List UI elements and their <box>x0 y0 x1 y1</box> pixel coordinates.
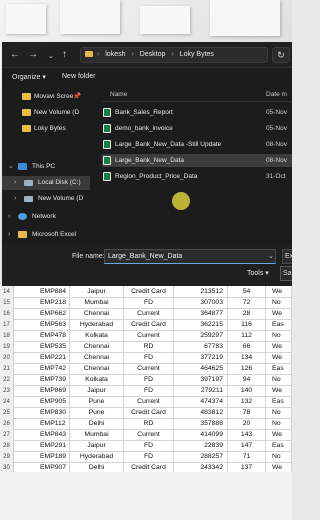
breadcrumb-loky-bytes[interactable]: Loky Bytes <box>180 51 214 58</box>
chevron-down-icon[interactable]: ⌄ <box>268 249 274 264</box>
file-row[interactable]: Large_Bank_New_Data -Still Update 08-Nov <box>102 138 292 151</box>
address-bar-row: ← → ⌄ ↑ › lokesh › Desktop › Loky Bytes … <box>2 42 292 68</box>
excel-file-icon <box>103 156 111 165</box>
breadcrumb-lokesh[interactable]: lokesh <box>105 51 125 58</box>
folder-icon <box>18 231 27 238</box>
drive-icon <box>24 196 33 202</box>
file-name: Large_Bank_New_Data -Still Update <box>115 141 222 148</box>
cell-number[interactable]: 137 <box>228 462 266 472</box>
nav-item-this-pc[interactable]: ⌄ This PC <box>2 160 90 174</box>
nav-item-new-volume[interactable]: New Volume (D <box>2 106 90 120</box>
folder-icon <box>22 93 31 100</box>
file-name: Region_Product_Price_Data <box>115 173 198 180</box>
file-row[interactable]: demo_bank_invoice 05-Nov <box>102 122 292 135</box>
file-name: demo_bank_invoice <box>115 125 173 132</box>
file-date: 08-Nov <box>266 157 287 164</box>
chevron-down-icon[interactable]: ⌄ <box>8 160 14 174</box>
up-arrow-icon[interactable]: ↑ <box>62 50 67 60</box>
chevron-right-icon[interactable]: › <box>14 192 16 206</box>
back-arrow-icon[interactable]: ← <box>10 50 20 60</box>
background-tile <box>6 4 46 34</box>
background-tile <box>140 6 190 34</box>
folder-icon <box>22 109 31 116</box>
column-header-row: Name Date m <box>102 88 292 102</box>
nav-item-network[interactable]: › Network <box>2 210 90 224</box>
nav-item-loky-bytes[interactable]: Loky Bytes <box>2 122 90 136</box>
excel-file-icon <box>103 124 111 133</box>
excel-file-icon <box>103 108 111 117</box>
organize-menu[interactable]: Organize ▾ <box>12 73 46 81</box>
spreadsheet-grid: 14 EMP884 Jaipur Credit Card 213512 54 We 15 EMP… <box>0 286 292 472</box>
file-name-label: File name: <box>72 253 105 260</box>
new-folder-button[interactable]: New folder <box>62 73 95 80</box>
file-name: Large_Bank_New_Data <box>115 157 185 164</box>
mouse-cursor-highlight <box>172 192 190 210</box>
nav-item-new-volume-d[interactable]: › New Volume (D <box>2 192 90 206</box>
separator-chevron: › <box>131 51 134 58</box>
forward-arrow-icon[interactable]: → <box>28 50 38 60</box>
excel-file-icon <box>103 140 111 149</box>
tools-label: Tools <box>247 270 264 277</box>
nav-item-label: New Volume (D <box>38 195 84 202</box>
recent-dropdown-icon[interactable]: ⌄ <box>48 52 54 62</box>
cell-city[interactable]: Delhi <box>70 462 124 472</box>
nav-item-label: New Volume (D <box>34 109 80 116</box>
background-tile <box>60 0 120 34</box>
file-date: 05-Nov <box>266 125 287 132</box>
table-row: 30 EMP907 Delhi Credit Card 243342 137 We <box>0 462 292 472</box>
file-row[interactable]: Bank_Sales_Report 05-Nov <box>102 106 292 119</box>
chevron-right-icon[interactable]: › <box>14 176 16 190</box>
cell-amount[interactable]: 243342 <box>174 462 228 472</box>
file-name-input[interactable]: Large_Bank_New_Data <box>104 249 276 264</box>
separator-chevron: › <box>171 51 174 58</box>
save-as-type-select[interactable]: Ex <box>282 249 292 264</box>
column-header-date[interactable]: Date m <box>266 91 287 98</box>
screen: ← → ⌄ ↑ › lokesh › Desktop › Loky Bytes … <box>0 0 292 520</box>
address-input[interactable]: › lokesh › Desktop › Loky Bytes <box>80 47 268 63</box>
nav-item-label: Network <box>32 213 56 220</box>
column-header-name[interactable]: Name <box>110 91 127 98</box>
file-row[interactable]: Region_Product_Price_Data 31-Oct <box>102 170 292 183</box>
excel-file-icon <box>103 172 111 181</box>
nav-item-label: Local Disk (C:) <box>38 179 81 186</box>
tools-menu[interactable]: Tools ▾ <box>247 269 269 277</box>
bottom-background <box>0 472 292 520</box>
cell-emp-id[interactable]: EMP907 <box>14 462 70 472</box>
background-tile <box>210 0 280 36</box>
file-date: 08-Nov <box>266 141 287 148</box>
nav-item-local-disk[interactable]: › Local Disk (C:) <box>2 176 90 190</box>
computer-icon <box>18 163 27 170</box>
save-bar: File name: Large_Bank_New_Data ⌄ Ex Tool… <box>2 244 292 286</box>
chevron-right-icon[interactable]: › <box>8 210 10 224</box>
cell-region[interactable]: We <box>266 462 292 472</box>
cell-account-type[interactable]: Credit Card <box>124 462 174 472</box>
folder-icon <box>85 51 93 58</box>
save-button[interactable]: Sa <box>280 266 292 281</box>
drive-icon <box>24 180 33 186</box>
nav-item-movavi[interactable]: Movavi Scree📌 <box>2 90 90 104</box>
separator-chevron: › <box>96 51 100 58</box>
chevron-right-icon[interactable]: › <box>8 228 10 242</box>
file-name: Bank_Sales_Report <box>115 109 173 116</box>
nav-item-microsoft-excel[interactable]: › Microsoft Excel <box>2 228 90 242</box>
file-date: 05-Nov <box>266 109 287 116</box>
network-icon <box>18 213 27 220</box>
file-row-selected[interactable]: Large_Bank_New_Data 08-Nov <box>102 154 292 167</box>
refresh-icon[interactable]: ↻ <box>272 47 290 63</box>
row-number[interactable]: 30 <box>0 462 14 472</box>
file-date: 31-Oct <box>266 173 286 180</box>
nav-item-label: Movavi Scree📌 <box>34 93 82 100</box>
command-bar: Organize ▾ New folder <box>2 69 292 87</box>
breadcrumb-desktop[interactable]: Desktop <box>140 51 166 58</box>
nav-item-label: Microsoft Excel <box>32 231 77 238</box>
nav-item-label: Loky Bytes <box>34 125 66 132</box>
folder-icon <box>22 125 31 132</box>
nav-item-label: This PC <box>32 163 56 170</box>
